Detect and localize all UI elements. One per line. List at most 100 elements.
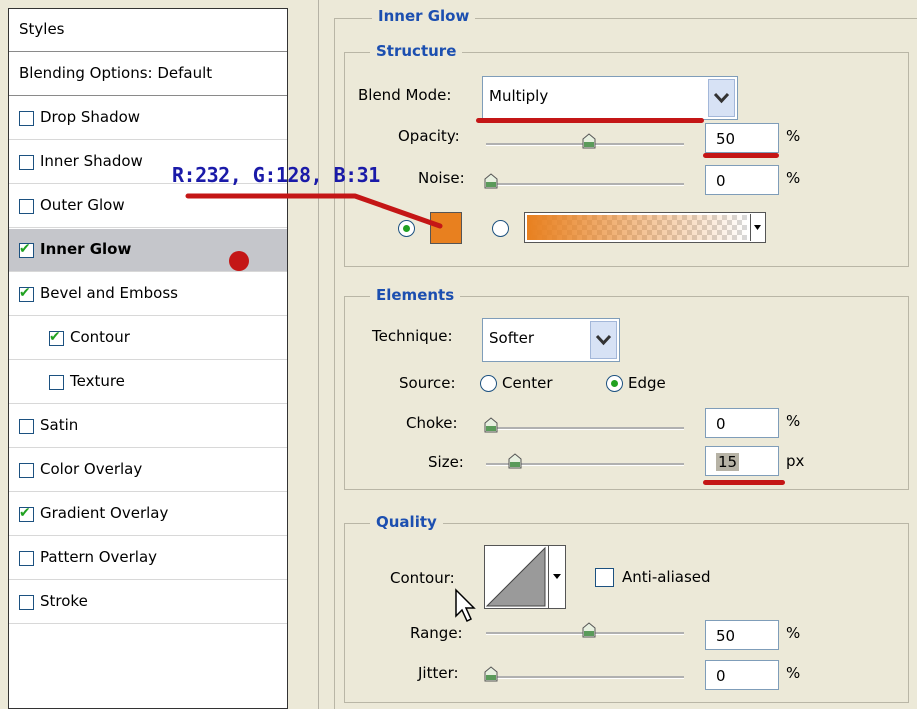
highlight-size bbox=[703, 480, 785, 485]
sidebar-item-stroke[interactable]: Stroke bbox=[9, 581, 287, 624]
anti-aliased-label: Anti-aliased bbox=[622, 568, 711, 586]
highlight-blend-mode bbox=[476, 118, 704, 123]
range-label: Range: bbox=[410, 624, 463, 642]
sidebar-item-label: Outer Glow bbox=[40, 196, 125, 214]
sidebar-item-satin[interactable]: Satin bbox=[9, 405, 287, 448]
sidebar-item-pattern-overlay[interactable]: Pattern Overlay bbox=[9, 537, 287, 580]
sidebar-item-label: Contour bbox=[70, 328, 130, 346]
technique-value: Softer bbox=[489, 329, 534, 347]
size-unit: px bbox=[786, 452, 805, 470]
checkbox[interactable]: ✔ bbox=[49, 329, 64, 346]
sidebar-item-blending-options-default[interactable]: Blending Options: Default bbox=[9, 53, 287, 96]
technique-label: Technique: bbox=[372, 327, 453, 345]
sidebar-item-label: Blending Options: Default bbox=[19, 64, 213, 82]
sidebar-item-outer-glow[interactable]: Outer Glow bbox=[9, 185, 287, 228]
checkbox[interactable]: ✔ bbox=[19, 241, 34, 258]
opacity-label: Opacity: bbox=[398, 127, 460, 145]
range-input[interactable]: 50 bbox=[705, 620, 779, 650]
source-center-label: Center bbox=[502, 374, 553, 392]
checkbox[interactable]: ✔ bbox=[19, 285, 34, 302]
sidebar-item-styles[interactable]: Styles bbox=[9, 9, 287, 52]
noise-input[interactable]: 0 bbox=[705, 165, 779, 195]
sidebar-item-label: Inner Glow bbox=[40, 240, 132, 258]
chevron-down-icon[interactable] bbox=[708, 79, 735, 117]
range-slider-thumb[interactable] bbox=[582, 622, 596, 638]
blend-mode-select[interactable]: Multiply bbox=[482, 76, 738, 120]
sidebar-item-label: Stroke bbox=[40, 592, 88, 610]
contour-label: Contour: bbox=[390, 569, 455, 587]
quality-title: Quality bbox=[370, 513, 443, 531]
caret-down-icon[interactable] bbox=[548, 546, 565, 608]
size-slider-thumb[interactable] bbox=[508, 453, 522, 469]
range-unit: % bbox=[786, 624, 801, 642]
sidebar-item-label: Gradient Overlay bbox=[40, 504, 169, 522]
sidebar-item-label: Drop Shadow bbox=[40, 108, 141, 126]
anti-aliased-checkbox[interactable] bbox=[595, 568, 614, 587]
sidebar-item-gradient-overlay[interactable]: ✔ Gradient Overlay bbox=[9, 493, 287, 536]
checkbox[interactable] bbox=[19, 463, 34, 478]
size-input[interactable]: 15 bbox=[705, 446, 779, 476]
checkbox[interactable] bbox=[19, 595, 34, 610]
source-edge-radio[interactable] bbox=[606, 375, 623, 392]
checkbox[interactable] bbox=[19, 419, 34, 434]
chevron-down-icon[interactable] bbox=[590, 321, 617, 359]
sidebar-item-label: Styles bbox=[19, 20, 65, 38]
checkbox[interactable] bbox=[19, 155, 34, 170]
sidebar-item-label: Pattern Overlay bbox=[40, 548, 158, 566]
checkbox[interactable] bbox=[19, 111, 34, 126]
sidebar-item-color-overlay[interactable]: Color Overlay bbox=[9, 449, 287, 492]
opacity-slider-thumb[interactable] bbox=[582, 133, 596, 149]
check-icon: ✔ bbox=[49, 329, 61, 345]
elements-title: Elements bbox=[370, 286, 461, 304]
noise-slider[interactable] bbox=[486, 183, 684, 186]
noise-label: Noise: bbox=[418, 169, 465, 187]
size-label: Size: bbox=[428, 453, 464, 471]
contour-picker[interactable] bbox=[484, 545, 566, 609]
sidebar-item-label: Color Overlay bbox=[40, 460, 143, 478]
technique-select[interactable]: Softer bbox=[482, 318, 620, 362]
sidebar-item-texture[interactable]: Texture bbox=[9, 361, 287, 404]
checkbox[interactable]: ✔ bbox=[19, 505, 34, 522]
sidebar-item-label: Inner Shadow bbox=[40, 152, 143, 170]
solid-color-radio[interactable] bbox=[398, 220, 415, 237]
jitter-slider-thumb[interactable] bbox=[484, 666, 498, 682]
highlight-opacity bbox=[703, 153, 779, 158]
checkbox[interactable] bbox=[19, 551, 34, 566]
blend-mode-label: Blend Mode: bbox=[358, 86, 452, 104]
choke-input[interactable]: 0 bbox=[705, 408, 779, 438]
noise-unit: % bbox=[786, 169, 801, 187]
sidebar-item-label: Texture bbox=[70, 372, 125, 390]
choke-slider[interactable] bbox=[486, 427, 684, 430]
jitter-input[interactable]: 0 bbox=[705, 660, 779, 690]
sidebar-item-label: Satin bbox=[40, 416, 79, 434]
jitter-slider[interactable] bbox=[486, 676, 684, 679]
glow-color-swatch[interactable] bbox=[430, 212, 462, 244]
sidebar-item-contour[interactable]: ✔ Contour bbox=[9, 317, 287, 360]
selected-marker-dot bbox=[229, 251, 249, 271]
structure-title: Structure bbox=[370, 42, 463, 60]
styles-sidebar: Styles Blending Options: Default Drop Shad… bbox=[8, 8, 288, 709]
gradient-radio[interactable] bbox=[492, 220, 509, 237]
gradient-picker[interactable] bbox=[524, 212, 766, 243]
sidebar-item-label: Bevel and Emboss bbox=[40, 284, 178, 302]
checkbox[interactable] bbox=[49, 375, 64, 390]
contour-preview-icon bbox=[485, 546, 546, 607]
source-center-radio[interactable] bbox=[480, 375, 497, 392]
blend-mode-value: Multiply bbox=[489, 87, 549, 105]
check-icon: ✔ bbox=[19, 285, 31, 301]
choke-slider-thumb[interactable] bbox=[484, 417, 498, 433]
inner-glow-title: Inner Glow bbox=[372, 7, 476, 25]
jitter-unit: % bbox=[786, 664, 801, 682]
opacity-input[interactable]: 50 bbox=[705, 123, 779, 153]
choke-label: Choke: bbox=[406, 414, 458, 432]
caret-down-icon[interactable] bbox=[750, 214, 764, 241]
checkbox[interactable] bbox=[19, 199, 34, 214]
check-icon: ✔ bbox=[19, 505, 31, 521]
sidebar-item-bevel-and-emboss[interactable]: ✔ Bevel and Emboss bbox=[9, 273, 287, 316]
source-edge-label: Edge bbox=[628, 374, 666, 392]
sidebar-item-drop-shadow[interactable]: Drop Shadow bbox=[9, 97, 287, 140]
jitter-label: Jitter: bbox=[418, 664, 459, 682]
noise-slider-thumb[interactable] bbox=[484, 173, 498, 189]
choke-unit: % bbox=[786, 412, 801, 430]
source-label: Source: bbox=[399, 374, 456, 392]
